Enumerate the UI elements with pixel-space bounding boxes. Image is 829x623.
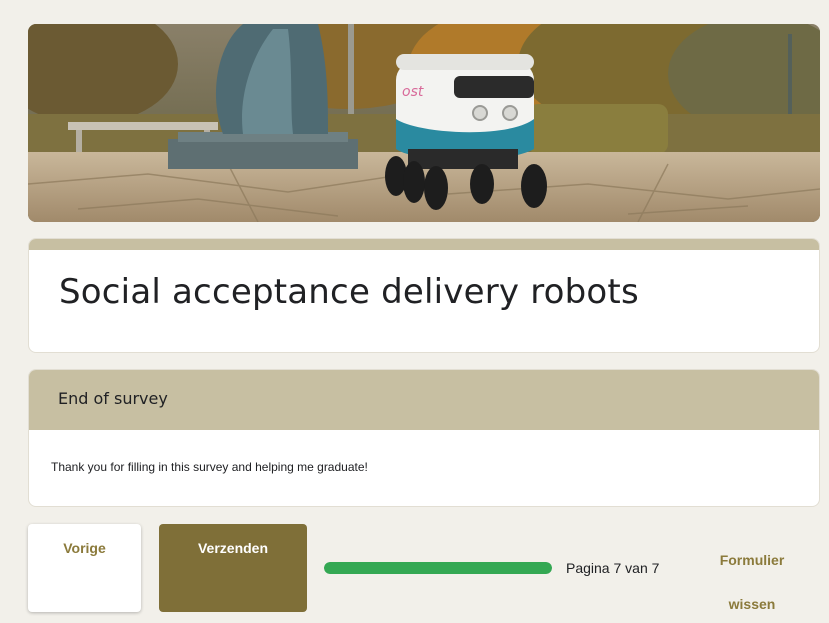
progress-bar-fill (324, 562, 552, 574)
clear-form-button[interactable]: Formulier wissen (700, 538, 804, 623)
form-title: Social acceptance delivery robots (59, 272, 639, 312)
section-title: End of survey (29, 370, 819, 430)
section-card: End of survey Thank you for filling in t… (28, 369, 820, 507)
section-description: Thank you for filling in this survey and… (51, 460, 368, 474)
back-button[interactable]: Vorige (28, 524, 141, 612)
delivery-robot-photo: ost (28, 24, 820, 222)
title-card-accent-bar (29, 239, 819, 250)
form-title-card: Social acceptance delivery robots (28, 238, 820, 353)
header-image: ost (28, 24, 820, 222)
submit-button[interactable]: Verzenden (159, 524, 307, 612)
clear-form-label-line1: Formulier (719, 552, 785, 568)
clear-form-label-line2: wissen (728, 596, 776, 612)
progress-bar (324, 562, 552, 574)
svg-text:ost: ost (402, 84, 424, 100)
page-indicator: Pagina 7 van 7 (566, 560, 660, 576)
